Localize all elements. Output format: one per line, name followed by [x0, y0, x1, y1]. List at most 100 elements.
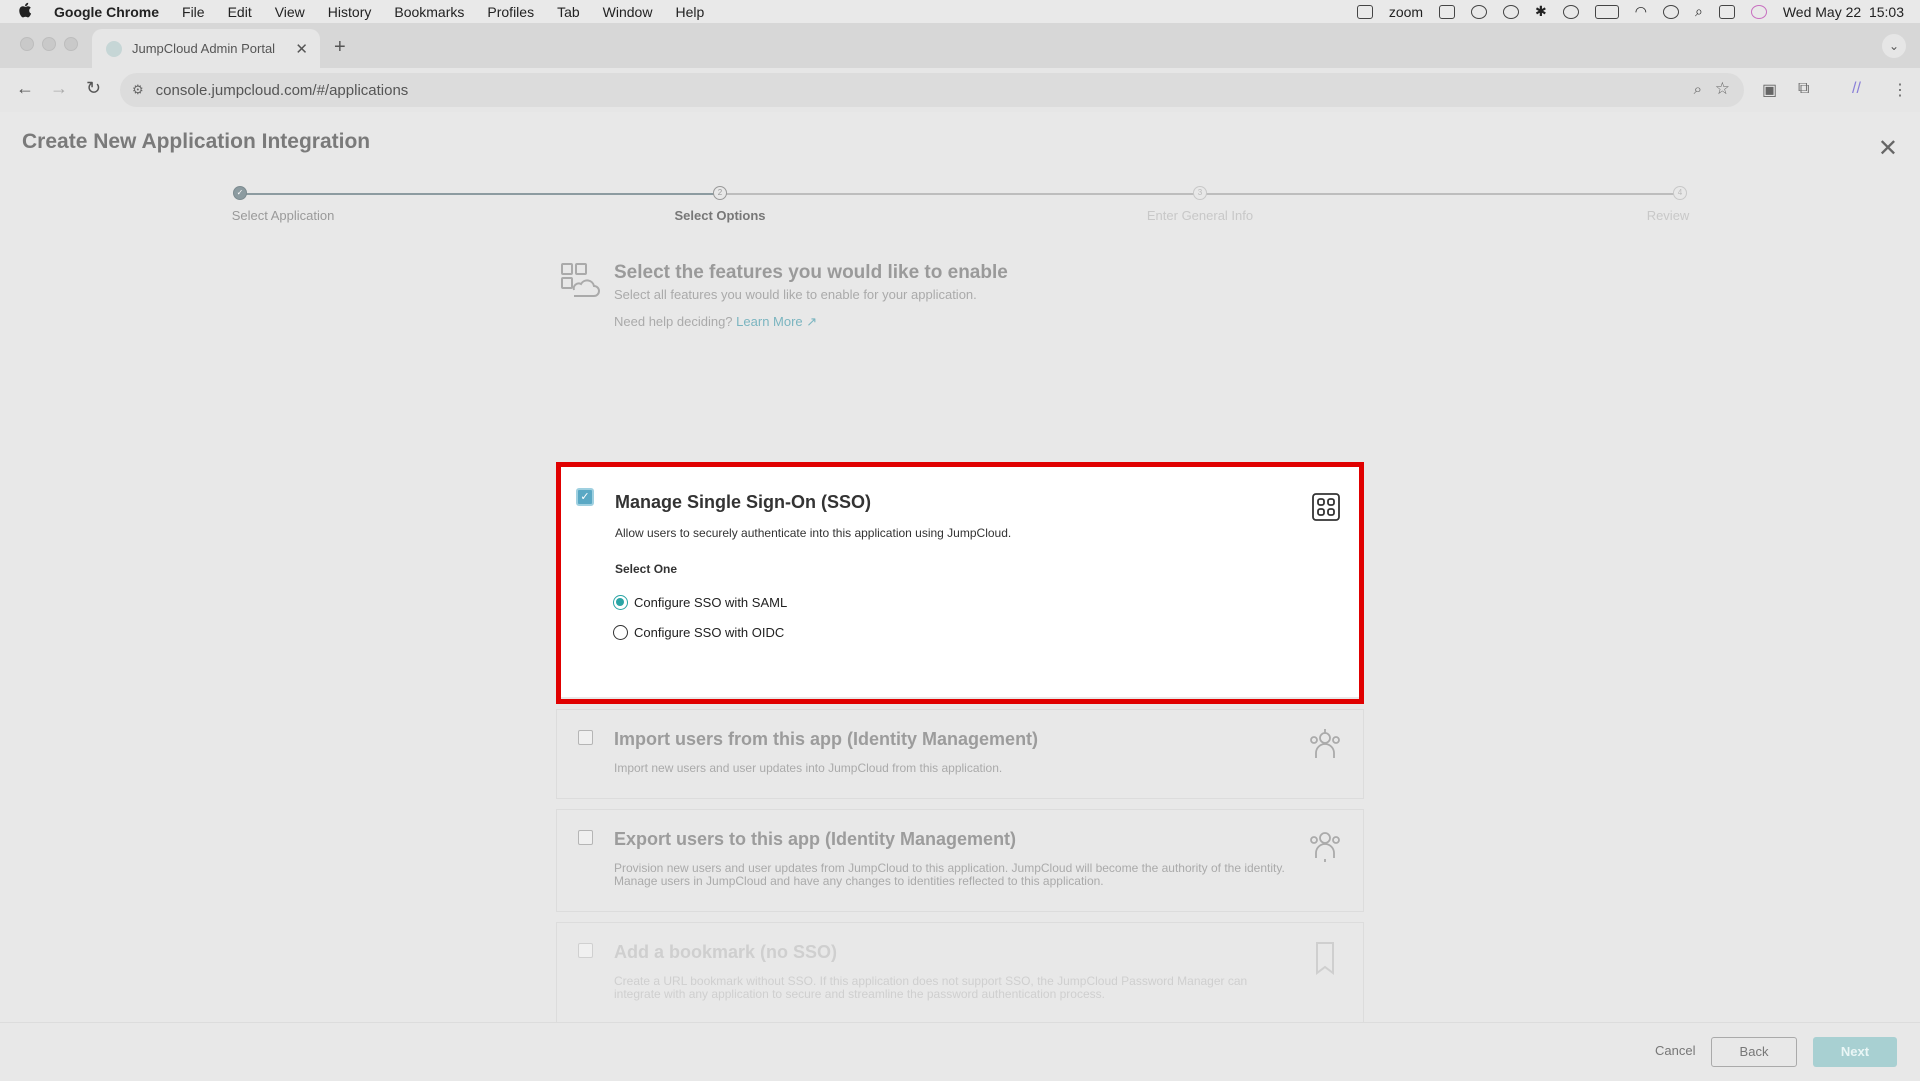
drive-icon[interactable]: [1356, 4, 1373, 19]
close-icon[interactable]: ✕: [1878, 134, 1898, 163]
sso-checkbox[interactable]: ✓: [576, 488, 594, 506]
export-users-description: Provision new users and user updates fro…: [614, 861, 1285, 888]
menu-profiles[interactable]: Profiles: [487, 4, 534, 20]
page-content: Create New Application Integration ✕ ✓ 2…: [0, 112, 1920, 1080]
record-icon[interactable]: [1503, 4, 1520, 19]
browser-tab-active[interactable]: JumpCloud Admin Portal ✕: [92, 29, 320, 68]
step-2-marker: 2: [713, 186, 727, 200]
help-text: Need help deciding?: [614, 314, 733, 329]
cancel-button[interactable]: Cancel: [1655, 1043, 1695, 1058]
step-1-check-icon: ✓: [233, 186, 247, 200]
minimize-window-button[interactable]: [42, 37, 56, 51]
import-users-title: Import users from this app (Identity Man…: [614, 729, 1039, 749]
menu-file[interactable]: File: [182, 4, 205, 20]
new-tab-button[interactable]: +: [334, 36, 346, 59]
user-icon[interactable]: [1663, 4, 1679, 19]
bookmark-star-icon[interactable]: ☆: [1715, 79, 1730, 99]
sso-grid-icon: [1311, 492, 1341, 522]
address-bar[interactable]: ⚙ console.jumpcloud.com/#/applications ⌕…: [120, 73, 1744, 107]
step-3-marker: 3: [1193, 186, 1207, 200]
bookmark-description: Create a URL bookmark without SSO. If th…: [614, 974, 1248, 1001]
tab-search-chevron-icon[interactable]: ⌄: [1882, 34, 1906, 58]
apple-logo-icon[interactable]: [18, 2, 38, 22]
wizard-footer: Cancel Back Next: [0, 1022, 1920, 1081]
bookmark-checkbox[interactable]: [578, 943, 593, 958]
bookmark-icon: [1309, 941, 1341, 975]
page-title: Create New Application Integration: [22, 130, 371, 153]
play-icon[interactable]: [1562, 4, 1579, 19]
browser-tab-strip: JumpCloud Admin Portal ✕ + ⌄: [0, 23, 1920, 68]
saml-radio-option[interactable]: Configure SSO with SAML: [613, 595, 787, 610]
zoom-magnifier-icon[interactable]: ⌕: [1694, 81, 1702, 98]
sso-option-card[interactable]: ✓ Manage Single Sign-On (SSO) Allow user…: [556, 462, 1364, 704]
oidc-radio-button[interactable]: [613, 625, 628, 640]
export-users-title: Export users to this app (Identity Manag…: [614, 829, 1017, 849]
saml-radio-button[interactable]: [613, 595, 628, 610]
siri-icon[interactable]: [1750, 4, 1767, 19]
zoom-status-label[interactable]: zoom: [1389, 4, 1423, 20]
menu-edit[interactable]: Edit: [228, 4, 252, 20]
progress-stepper: ✓ 2 3 4 Select Application Select Option…: [232, 186, 1689, 236]
extension-h-icon[interactable]: ▣: [1762, 80, 1777, 100]
import-users-card[interactable]: Import users from this app (Identity Man…: [556, 709, 1364, 799]
extensions-puzzle-icon[interactable]: ⧉: [1798, 80, 1809, 98]
users-export-icon: [1309, 828, 1341, 862]
jumpcloud-favicon-icon: [106, 40, 122, 57]
back-button[interactable]: Back: [1711, 1037, 1797, 1067]
chrome-menu-icon[interactable]: ⋮: [1892, 80, 1908, 100]
battery-icon[interactable]: [1594, 4, 1619, 19]
tab-close-icon[interactable]: ✕: [295, 40, 308, 58]
step-4-marker: 4: [1673, 186, 1687, 200]
clock[interactable]: Wed May 22 15:03: [1783, 4, 1904, 20]
spotlight-search-icon[interactable]: ⌕: [1695, 3, 1703, 20]
menu-history[interactable]: History: [328, 4, 372, 20]
bookmark-card[interactable]: Add a bookmark (no SSO) Create a URL boo…: [556, 922, 1364, 1025]
url-text[interactable]: console.jumpcloud.com/#/applications: [156, 82, 409, 99]
sso-card-title: Manage Single Sign-On (SSO): [615, 492, 872, 512]
browser-toolbar: ← → ↻ ⚙ console.jumpcloud.com/#/applicat…: [0, 68, 1920, 113]
extension-slash-icon[interactable]: //: [1852, 80, 1861, 98]
forward-arrow-icon[interactable]: →: [50, 78, 68, 99]
features-title: Select the features you would like to en…: [614, 262, 1008, 283]
step-label-select-application: Select Application: [231, 208, 335, 223]
export-users-checkbox[interactable]: [578, 830, 593, 845]
import-users-checkbox[interactable]: [578, 730, 593, 745]
status-area: zoom ✱ ◠ ⌕ Wed May 22 15:03: [1356, 0, 1904, 23]
menu-tab[interactable]: Tab: [557, 4, 580, 20]
sso-card-description: Allow users to securely authenticate int…: [615, 526, 1012, 540]
apps-cloud-icon: [560, 262, 600, 302]
select-one-label: Select One: [615, 562, 678, 576]
stepper-line-complete: [240, 193, 720, 195]
import-users-description: Import new users and user updates into J…: [614, 761, 1003, 775]
oidc-radio-option[interactable]: Configure SSO with OIDC: [613, 625, 784, 640]
menu-bookmarks[interactable]: Bookmarks: [394, 4, 464, 20]
cloud-icon[interactable]: [1471, 4, 1488, 19]
saml-radio-label[interactable]: Configure SSO with SAML: [634, 595, 787, 610]
step-label-select-options: Select Options: [674, 208, 766, 223]
site-info-icon[interactable]: ⚙: [132, 82, 144, 98]
back-arrow-icon[interactable]: ←: [16, 78, 34, 99]
learn-more-link[interactable]: Learn More ↗: [736, 314, 817, 329]
menu-view[interactable]: View: [275, 4, 305, 20]
bluetooth-icon[interactable]: ✱: [1535, 3, 1547, 20]
features-subtitle: Select all features you would like to en…: [614, 287, 977, 302]
users-import-icon: [1309, 728, 1341, 762]
tab-title: JumpCloud Admin Portal: [132, 41, 276, 56]
help-line: Need help deciding? Learn More ↗: [614, 314, 817, 330]
step-label-review: Review: [1646, 208, 1690, 223]
next-button[interactable]: Next: [1813, 1037, 1897, 1067]
card-divider: [561, 697, 1359, 699]
close-window-button[interactable]: [20, 37, 34, 51]
export-users-card[interactable]: Export users to this app (Identity Manag…: [556, 809, 1364, 912]
menu-help[interactable]: Help: [675, 4, 704, 20]
menu-google-chrome[interactable]: Google Chrome: [54, 4, 159, 20]
bookmark-title: Add a bookmark (no SSO): [614, 942, 838, 962]
window-controls: [20, 37, 78, 51]
zoom-window-button[interactable]: [64, 37, 78, 51]
notion-icon[interactable]: [1439, 4, 1456, 19]
wifi-icon[interactable]: ◠: [1635, 3, 1647, 20]
menu-window[interactable]: Window: [603, 4, 653, 20]
reload-icon[interactable]: ↻: [86, 78, 101, 99]
control-center-icon[interactable]: [1718, 4, 1735, 19]
oidc-radio-label[interactable]: Configure SSO with OIDC: [634, 625, 784, 640]
